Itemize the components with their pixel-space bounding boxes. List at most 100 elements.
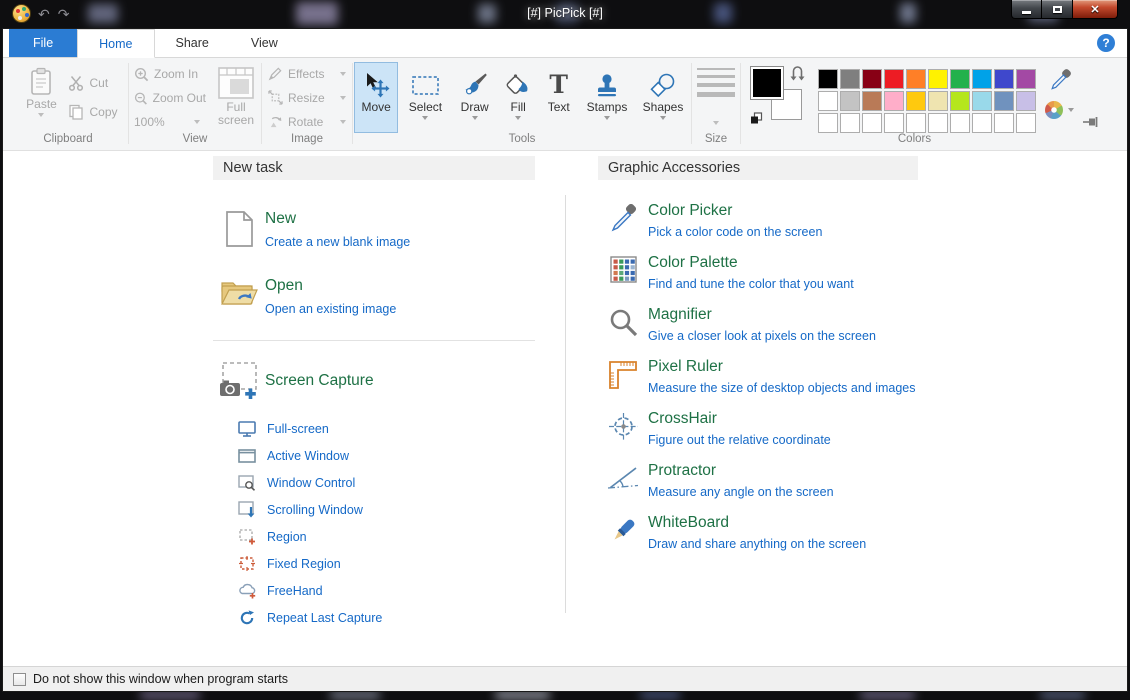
stamps-tool-button[interactable]: Stamps <box>580 62 634 133</box>
open-folder-icon <box>220 277 258 308</box>
capture-item-repeat-last-capture[interactable]: Repeat Last Capture <box>237 604 535 631</box>
color-swatch[interactable] <box>928 113 948 133</box>
pixel-ruler-item[interactable]: Pixel Ruler Measure the size of desktop … <box>598 358 918 395</box>
color-swatch[interactable] <box>906 113 926 133</box>
color-swatch[interactable] <box>1016 69 1036 89</box>
color-swatch[interactable] <box>994 113 1014 133</box>
capture-item-scrolling-window[interactable]: Scrolling Window <box>237 496 535 523</box>
zoom-out-button[interactable]: Zoom Out <box>134 91 206 106</box>
color-swatch[interactable] <box>994 91 1014 111</box>
do-not-show-checkbox[interactable] <box>13 673 26 686</box>
fill-tool-button[interactable]: Fill <box>499 62 538 133</box>
maximize-button[interactable] <box>1042 0 1072 19</box>
color-swatch[interactable] <box>994 69 1014 89</box>
color-swatch[interactable] <box>818 69 838 89</box>
foreground-background-swatches[interactable] <box>750 66 808 126</box>
help-icon[interactable]: ? <box>1097 34 1115 52</box>
draw-tool-button[interactable]: Draw <box>453 62 497 133</box>
color-swatch[interactable] <box>1016 113 1036 133</box>
fill-bucket-icon <box>505 72 531 98</box>
color-wheel-dropdown-arrow[interactable] <box>1068 108 1074 112</box>
magnifier-item[interactable]: Magnifier Give a closer look at pixels o… <box>598 306 918 343</box>
resize-dropdown[interactable]: Resize <box>268 90 346 105</box>
foreground-color-swatch[interactable] <box>750 66 784 100</box>
text-tool-button[interactable]: T Text <box>539 62 578 133</box>
color-picker-item[interactable]: Color Picker Pick a color code on the sc… <box>598 202 918 239</box>
shapes-tool-button[interactable]: Shapes <box>636 62 690 133</box>
select-tool-button[interactable]: Select <box>400 62 450 133</box>
color-swatch[interactable] <box>906 69 926 89</box>
shapes-dropdown-arrow[interactable] <box>660 116 666 120</box>
color-swatch[interactable] <box>972 91 992 111</box>
size-dropdown-arrow[interactable] <box>713 121 719 125</box>
color-swatch[interactable] <box>972 69 992 89</box>
color-swatch[interactable] <box>818 113 838 133</box>
move-cursor-icon <box>363 72 390 99</box>
ribbon-group-view: Zoom In Zoom Out 100% <box>130 58 260 150</box>
capture-item-full-screen[interactable]: Full-screen <box>237 415 535 442</box>
draw-dropdown-arrow[interactable] <box>472 116 478 120</box>
color-swatch[interactable] <box>862 69 882 89</box>
eyedropper-icon[interactable] <box>1049 69 1071 91</box>
move-tool-button[interactable]: Move <box>354 62 398 133</box>
close-button[interactable]: ✕ <box>1072 0 1118 19</box>
color-swatch[interactable] <box>884 113 904 133</box>
color-swatch[interactable] <box>840 91 860 111</box>
capture-item-fixed-region[interactable]: Fixed Region <box>237 550 535 577</box>
protractor-item[interactable]: Protractor Measure any angle on the scre… <box>598 462 918 499</box>
new-item[interactable]: New Create a new blank image <box>213 210 535 249</box>
color-swatch[interactable] <box>950 69 970 89</box>
color-swatch[interactable] <box>1016 91 1036 111</box>
fill-dropdown-arrow[interactable] <box>515 116 521 120</box>
swap-colors-icon[interactable] <box>790 64 805 81</box>
effects-dropdown[interactable]: Effects <box>268 66 346 81</box>
color-swatch[interactable] <box>818 91 838 111</box>
crosshair-icon <box>608 412 639 441</box>
cut-button[interactable]: Cut <box>68 75 117 91</box>
tab-view[interactable]: View <box>230 29 299 57</box>
capture-item-freehand[interactable]: FreeHand <box>237 577 535 604</box>
rotate-dropdown[interactable]: Rotate <box>268 114 346 129</box>
color-swatch[interactable] <box>928 69 948 89</box>
color-swatch[interactable] <box>950 113 970 133</box>
paste-button[interactable]: Paste <box>18 62 64 133</box>
minimize-button[interactable] <box>1011 0 1042 19</box>
tab-share[interactable]: Share <box>155 29 230 57</box>
capture-item-active-window[interactable]: Active Window <box>237 442 535 469</box>
screen-capture-icon <box>218 361 260 401</box>
open-item[interactable]: Open Open an existing image <box>213 277 535 316</box>
color-swatch[interactable] <box>884 69 904 89</box>
capture-item-region[interactable]: Region <box>237 523 535 550</box>
color-swatch[interactable] <box>840 69 860 89</box>
ribbon-tab-row: File Home Share View ? <box>3 29 1127 58</box>
title-bar[interactable]: ↶ ↷ [#] PicPick [#] ✕ <box>0 0 1130 29</box>
color-swatch[interactable] <box>862 113 882 133</box>
color-palette-item[interactable]: Color Palette Find and tune the color th… <box>598 254 918 291</box>
pin-ribbon-icon[interactable] <box>1082 116 1099 128</box>
color-swatch[interactable] <box>972 113 992 133</box>
zoom-level-dropdown[interactable]: 100% <box>134 115 200 129</box>
capture-item-window-control[interactable]: Window Control <box>237 469 535 496</box>
color-wheel-icon[interactable] <box>1045 101 1063 119</box>
graphic-accessories-header: Graphic Accessories <box>598 156 918 180</box>
color-swatch[interactable] <box>950 91 970 111</box>
active-window-icon <box>238 449 256 463</box>
zoom-in-button[interactable]: Zoom In <box>134 67 206 82</box>
group-label-image: Image <box>263 133 351 150</box>
color-swatch[interactable] <box>862 91 882 111</box>
color-picker-icon <box>608 204 638 234</box>
select-dropdown-arrow[interactable] <box>422 116 428 120</box>
color-swatch[interactable] <box>840 113 860 133</box>
stamps-dropdown-arrow[interactable] <box>604 116 610 120</box>
color-swatch[interactable] <box>928 91 948 111</box>
full-screen-button[interactable]: Fullscreen <box>212 62 260 133</box>
color-swatch[interactable] <box>906 91 926 111</box>
tab-file[interactable]: File <box>9 29 77 57</box>
tab-home[interactable]: Home <box>77 29 154 58</box>
paste-dropdown-arrow[interactable] <box>38 113 44 117</box>
crosshair-item[interactable]: CrossHair Figure out the relative coordi… <box>598 410 918 447</box>
reset-colors-icon[interactable] <box>750 112 763 125</box>
whiteboard-item[interactable]: WhiteBoard Draw and share anything on th… <box>598 514 918 551</box>
copy-button[interactable]: Copy <box>68 104 117 120</box>
color-swatch[interactable] <box>884 91 904 111</box>
